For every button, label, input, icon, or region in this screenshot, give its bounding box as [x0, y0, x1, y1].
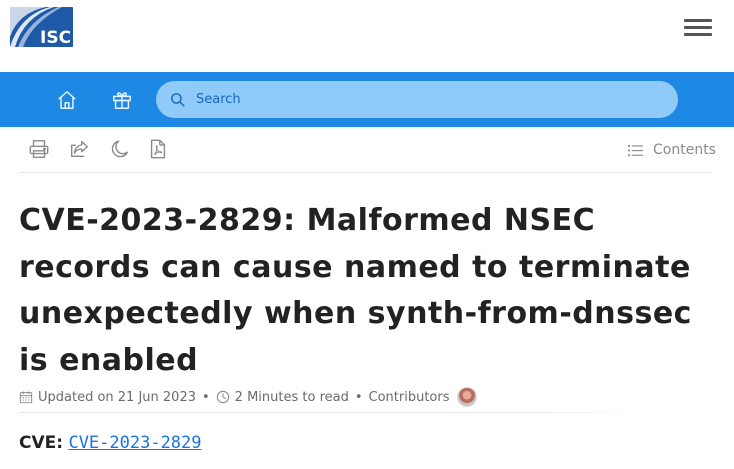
- menu-hamburger-icon[interactable]: [684, 19, 712, 37]
- top-header: ISC: [0, 0, 734, 72]
- meta-divider: [19, 412, 639, 413]
- calendar-icon: [19, 391, 33, 404]
- cve-link[interactable]: CVE-2023-2829: [68, 433, 201, 453]
- contents-button[interactable]: Contents: [628, 140, 716, 160]
- home-icon[interactable]: [56, 89, 78, 111]
- contents-label: Contents: [653, 142, 716, 158]
- toolbar-divider: [19, 172, 712, 173]
- logo-text: ISC: [40, 28, 71, 47]
- search-icon: [171, 93, 185, 107]
- isc-logo[interactable]: ISC: [10, 7, 73, 47]
- search-input[interactable]: [196, 87, 656, 112]
- gift-icon[interactable]: [111, 89, 133, 111]
- moon-icon[interactable]: [109, 138, 131, 160]
- pdf-icon[interactable]: [147, 138, 169, 160]
- updated-date: Updated on 21 Jun 2023: [38, 389, 196, 405]
- search-bar[interactable]: [156, 81, 678, 118]
- meta-separator: •: [354, 389, 363, 405]
- article-toolbar: Contents: [0, 127, 734, 173]
- page-title: CVE-2023-2829: Malformed NSEC records ca…: [19, 203, 692, 378]
- meta-separator: •: [202, 389, 210, 405]
- nav-bar: [0, 72, 734, 127]
- share-icon[interactable]: [68, 138, 90, 160]
- cve-label: CVE:: [19, 433, 64, 453]
- article-meta: Updated on 21 Jun 2023 • 2 Minutes to re…: [19, 386, 477, 408]
- print-icon[interactable]: [28, 138, 50, 160]
- cve-reference: CVE: CVE-2023-2829: [19, 433, 202, 453]
- read-time: 2 Minutes to read: [234, 389, 349, 405]
- contributors-label: Contributors: [368, 389, 450, 405]
- list-icon: [628, 144, 643, 156]
- clock-icon: [216, 390, 229, 404]
- contributor-avatar[interactable]: [456, 387, 477, 407]
